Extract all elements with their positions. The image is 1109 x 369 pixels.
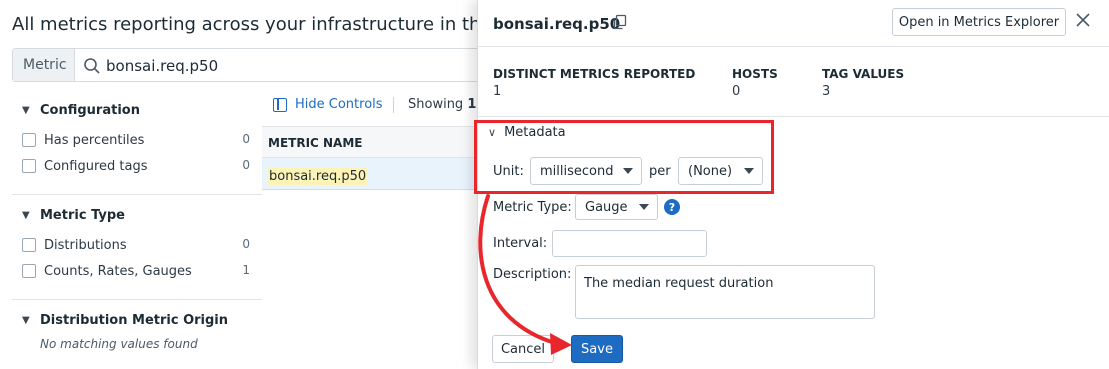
results-count-prefix: Showing	[408, 97, 468, 112]
dropdown-arrow-icon	[639, 204, 649, 210]
stat-value: 3	[822, 84, 831, 99]
metric-type-select[interactable]: Gauge	[575, 194, 658, 220]
facet-item-label: Configured tags	[44, 158, 148, 174]
facet-heading-label: Distribution Metric Origin	[40, 312, 229, 328]
panel-title: bonsai.req.p50	[493, 15, 621, 33]
facet-item-label: Has percentiles	[44, 132, 145, 148]
metric-type-select-value: Gauge	[585, 200, 628, 215]
divider	[12, 194, 262, 195]
metric-type-label: Metric Type:	[493, 200, 572, 215]
stat-distinct-metrics: DISTINCT METRICS REPORTED 1	[493, 67, 695, 99]
facet-count: 0	[242, 158, 250, 172]
facet-configuration: ▼ Configuration Has percentiles 0 Config…	[22, 101, 262, 179]
divider	[478, 46, 1109, 47]
stat-tag-values: TAG VALUES 3	[822, 67, 904, 99]
divider	[393, 97, 394, 113]
stat-label: DISTINCT METRICS REPORTED	[493, 67, 696, 81]
stat-label: HOSTS	[732, 67, 778, 81]
hide-controls-button[interactable]: Hide Controls	[273, 97, 383, 112]
facet-item-configured-tags[interactable]: Configured tags 0	[22, 153, 262, 179]
chevron-down-icon: ▼	[22, 314, 30, 326]
column-header-metric-name[interactable]: METRIC NAME	[262, 127, 478, 158]
hide-controls-label: Hide Controls	[295, 97, 383, 112]
page-title: All metrics reporting across your infras…	[12, 14, 478, 35]
metric-name-cell[interactable]: bonsai.req.p50	[268, 168, 368, 185]
cancel-button[interactable]: Cancel	[492, 335, 554, 363]
description-label: Description:	[493, 267, 572, 282]
save-button[interactable]: Save	[571, 335, 623, 363]
facet-count: 0	[242, 132, 250, 146]
metrics-table: METRIC NAME bonsai.req.p50	[262, 126, 478, 190]
stat-label: TAG VALUES	[822, 67, 905, 81]
facet-heading-configuration[interactable]: ▼ Configuration	[22, 101, 262, 119]
facet-metric-type: ▼ Metric Type Distributions 0 Counts, Ra…	[22, 206, 262, 284]
chevron-down-icon: ▼	[22, 104, 30, 116]
interval-label: Interval:	[493, 236, 548, 251]
facet-heading-label: Configuration	[40, 102, 140, 118]
facet-item-counts-rates-gauges[interactable]: Counts, Rates, Gauges 1	[22, 258, 262, 284]
stat-value: 1	[493, 84, 502, 99]
search-icon	[84, 58, 100, 74]
facet-item-has-percentiles[interactable]: Has percentiles 0	[22, 127, 262, 153]
divider	[12, 299, 262, 300]
metric-search-bar[interactable]: Metric bonsai.req.p50	[12, 48, 478, 82]
facet-count: 1	[242, 263, 250, 277]
facet-item-label: Distributions	[44, 237, 127, 253]
checkbox[interactable]	[22, 264, 36, 278]
copy-icon[interactable]	[612, 14, 628, 30]
stat-value: 0	[732, 84, 741, 99]
description-textarea[interactable]: The median request duration	[575, 265, 875, 319]
open-in-metrics-explorer-button[interactable]: Open in Metrics Explorer	[892, 8, 1066, 36]
facet-heading-distribution-origin[interactable]: ▼ Distribution Metric Origin	[22, 311, 262, 329]
results-count: Showing 1-	[408, 97, 478, 112]
sidebar-collapse-icon	[273, 97, 287, 112]
divider	[478, 116, 1109, 117]
checkbox[interactable]	[22, 133, 36, 147]
facet-heading-metric-type[interactable]: ▼ Metric Type	[22, 206, 262, 224]
chevron-down-icon: ▼	[22, 209, 30, 221]
facet-item-distributions[interactable]: Distributions 0	[22, 232, 262, 258]
metrics-summary-page: All metrics reporting across your infras…	[0, 0, 478, 369]
facet-distribution-origin: ▼ Distribution Metric Origin No matching…	[22, 311, 262, 352]
annotation-highlight-box	[474, 120, 774, 194]
facet-count: 0	[242, 237, 250, 251]
table-row[interactable]: bonsai.req.p50	[262, 158, 478, 190]
facet-empty-text: No matching values found	[40, 337, 198, 351]
search-prefix-label: Metric	[13, 49, 75, 81]
stat-hosts: HOSTS 0	[732, 67, 778, 99]
checkbox[interactable]	[22, 238, 36, 252]
help-icon[interactable]: ?	[664, 199, 680, 215]
search-input[interactable]: bonsai.req.p50	[106, 57, 218, 75]
checkbox[interactable]	[22, 159, 36, 173]
interval-input[interactable]	[552, 230, 707, 257]
close-icon[interactable]	[1075, 12, 1091, 28]
facet-item-label: Counts, Rates, Gauges	[44, 263, 192, 279]
facet-heading-label: Metric Type	[40, 207, 125, 223]
